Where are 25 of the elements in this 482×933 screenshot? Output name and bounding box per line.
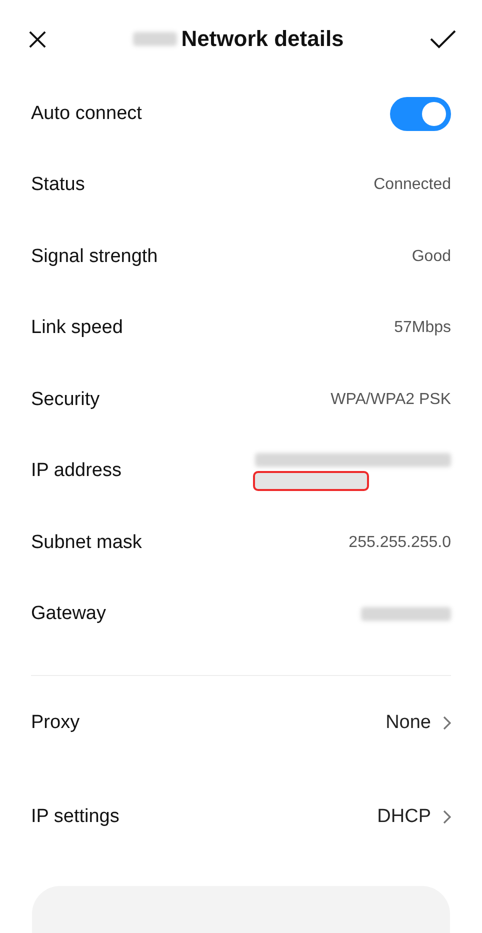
chevron-right-icon [443,810,451,824]
screen-title: Network details [181,26,344,52]
row-value: None [386,712,431,734]
row-value: WPA/WPA2 PSK [330,390,451,409]
row-value: Good [412,248,451,266]
row-label: Signal strength [31,246,158,268]
chevron-right-icon [443,716,451,730]
row-label: Subnet mask [31,532,142,554]
row-value: DHCP [377,806,431,828]
close-icon[interactable] [28,30,47,48]
checkmark-icon[interactable] [430,29,456,49]
row-label: Link speed [31,317,123,340]
row-label: IP settings [31,806,120,828]
row-label: Status [31,174,85,196]
row-value: 57Mbps [394,319,451,338]
row-label: IP address [31,460,122,482]
settings-item[interactable]: IP settings DHCP [0,770,482,864]
row-label: Gateway [31,603,106,626]
settings-item[interactable]: Proxy None [0,676,482,770]
row-label: Proxy [31,712,80,734]
toggle-switch[interactable] [390,96,451,131]
row-value: 255.255.255.0 [348,534,451,552]
row-label: Security [31,388,100,411]
row-value: Connected [374,176,451,194]
row-label: Auto connect [31,102,142,125]
